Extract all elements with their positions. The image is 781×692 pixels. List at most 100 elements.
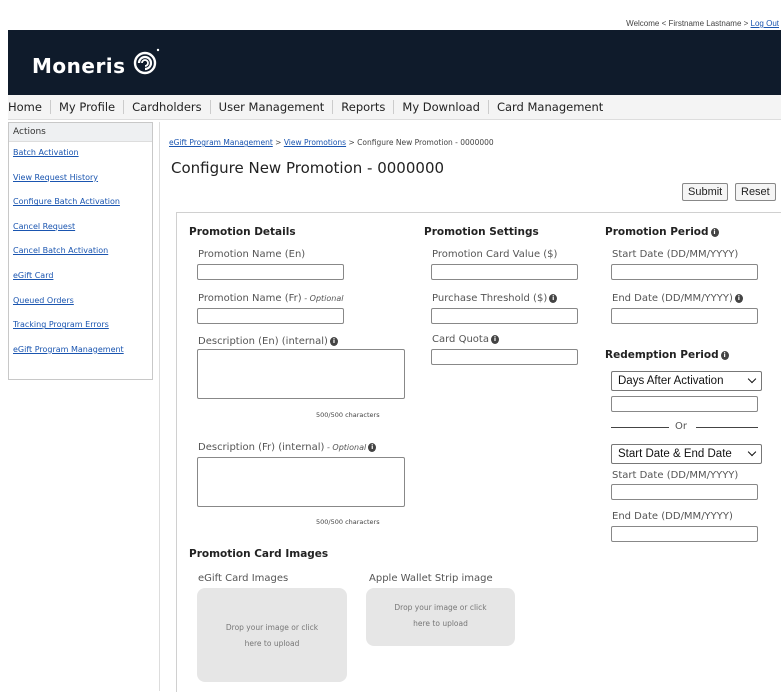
promotion-card-value-label: Promotion Card Value ($) bbox=[432, 249, 558, 260]
info-icon[interactable]: i bbox=[329, 336, 338, 346]
info-icon[interactable]: i bbox=[368, 442, 377, 452]
promotion-end-date-text: End Date (DD/MM/YYYY) bbox=[612, 293, 733, 304]
nav-my-profile[interactable]: My Profile bbox=[51, 100, 125, 114]
sidebar-item-batch-activation[interactable]: Batch Activation bbox=[9, 141, 152, 166]
dropzone-text-line2: here to upload bbox=[244, 639, 300, 648]
nav-reports[interactable]: Reports bbox=[333, 100, 395, 114]
info-icon[interactable]: i bbox=[734, 293, 743, 303]
info-icon[interactable]: i bbox=[549, 293, 558, 303]
nav-home[interactable]: Home bbox=[8, 100, 51, 114]
nav-user-management[interactable]: User Management bbox=[211, 100, 334, 114]
info-icon[interactable]: i bbox=[710, 227, 719, 237]
card-quota-text: Card Quota bbox=[432, 334, 489, 345]
promotion-card-value-input[interactable] bbox=[431, 264, 578, 280]
description-fr-text: Description (Fr) (internal) bbox=[198, 442, 325, 453]
redemption-end-date-input[interactable] bbox=[611, 526, 758, 542]
description-en-counter: 500/500 characters bbox=[316, 411, 380, 419]
sidebar-item-cancel-request[interactable]: Cancel Request bbox=[9, 215, 152, 240]
sidebar-title: Actions bbox=[9, 123, 152, 142]
optional-tag: - Optional bbox=[301, 294, 344, 303]
promotion-end-date-input[interactable] bbox=[611, 308, 758, 324]
dropzone-text-line1: Drop your image or click bbox=[225, 623, 319, 632]
sidebar-item-cancel-batch-activation[interactable]: Cancel Batch Activation bbox=[9, 239, 152, 264]
sidebar-item-view-request-history[interactable]: View Request History bbox=[9, 166, 152, 191]
breadcrumb-separator: > bbox=[272, 138, 284, 147]
promotion-card-images-title: Promotion Card Images bbox=[189, 548, 329, 560]
sidebar-item-egift-card[interactable]: eGift Card bbox=[9, 264, 152, 289]
redemption-period-text: Redemption Period bbox=[605, 349, 719, 361]
dropzone-text-line1: Drop your image or click bbox=[394, 603, 487, 612]
or-divider-right bbox=[696, 427, 758, 428]
breadcrumb: eGift Program Management > View Promotio… bbox=[169, 138, 494, 147]
promotion-name-en-input[interactable] bbox=[197, 264, 344, 280]
brand-name: Moneris bbox=[32, 54, 126, 78]
moneris-swirl-icon bbox=[133, 48, 159, 75]
submit-button[interactable]: Submit bbox=[682, 183, 729, 201]
promotion-end-date-label: End Date (DD/MM/YYYY) i bbox=[612, 293, 743, 304]
actions-sidebar: Actions Batch Activation View Request Hi… bbox=[8, 122, 153, 380]
sidebar-item-queued-orders[interactable]: Queued Orders bbox=[9, 289, 152, 314]
moneris-logo: Moneris bbox=[32, 48, 162, 78]
purchase-threshold-input[interactable] bbox=[431, 308, 578, 324]
main-nav: Home My Profile Cardholders User Managem… bbox=[8, 95, 781, 120]
or-divider-left bbox=[611, 427, 669, 428]
card-quota-label: Card Quota i bbox=[432, 334, 499, 345]
reset-button[interactable]: Reset bbox=[735, 183, 776, 201]
redemption-period-title: Redemption Period i bbox=[605, 349, 729, 361]
chevron-down-icon bbox=[747, 447, 757, 457]
breadcrumb-egift-program-management[interactable]: eGift Program Management bbox=[169, 138, 273, 147]
purchase-threshold-text: Purchase Threshold ($) bbox=[432, 293, 548, 304]
description-en-label: Description (En) (internal) i bbox=[198, 336, 338, 347]
description-en-textarea[interactable] bbox=[197, 349, 405, 399]
promotion-settings-title: Promotion Settings bbox=[424, 226, 539, 238]
nav-cardholders[interactable]: Cardholders bbox=[124, 100, 211, 114]
optional-tag: - Optional bbox=[324, 443, 367, 452]
breadcrumb-view-promotions[interactable]: View Promotions bbox=[284, 138, 346, 147]
promotion-period-text: Promotion Period bbox=[605, 226, 709, 238]
welcome-message: Welcome < Firstname Lastname > Log Out bbox=[626, 19, 779, 28]
page-title: Configure New Promotion - 0000000 bbox=[171, 159, 445, 177]
purchase-threshold-label: Purchase Threshold ($) i bbox=[432, 293, 558, 304]
redemption-start-date-input[interactable] bbox=[611, 484, 758, 500]
dropzone-text-line2: here to upload bbox=[413, 619, 468, 628]
redemption-type-select[interactable]: Days After Activation bbox=[611, 371, 762, 391]
promotion-start-date-input[interactable] bbox=[611, 264, 758, 280]
description-fr-counter: 500/500 characters bbox=[316, 518, 380, 526]
redemption-end-date-label: End Date (DD/MM/YYYY) bbox=[612, 511, 733, 522]
breadcrumb-separator: > bbox=[346, 138, 358, 147]
promotion-name-fr-input[interactable] bbox=[197, 308, 344, 324]
welcome-text: Welcome < Firstname Lastname > bbox=[626, 19, 751, 28]
promotion-name-fr-label: Promotion Name (Fr) - Optional bbox=[198, 293, 343, 304]
days-after-activation-input[interactable] bbox=[611, 396, 758, 412]
card-quota-input[interactable] bbox=[431, 349, 578, 365]
nav-card-management[interactable]: Card Management bbox=[489, 100, 611, 114]
egift-card-images-label: eGift Card Images bbox=[198, 573, 289, 584]
description-en-text: Description (En) (internal) bbox=[198, 336, 328, 347]
promotion-details-title: Promotion Details bbox=[189, 226, 296, 238]
redemption-type-value: Days After Activation bbox=[618, 375, 724, 387]
sidebar-item-configure-batch-activation[interactable]: Configure Batch Activation bbox=[9, 190, 152, 215]
sidebar-item-egift-program-management[interactable]: eGift Program Management bbox=[9, 338, 152, 363]
promotion-start-date-label: Start Date (DD/MM/YYYY) bbox=[612, 249, 739, 260]
info-icon[interactable]: i bbox=[720, 350, 729, 360]
header-banner: Moneris bbox=[8, 30, 781, 95]
redemption-date-range-select[interactable]: Start Date & End Date bbox=[611, 444, 762, 464]
description-fr-textarea[interactable] bbox=[197, 457, 405, 507]
description-fr-label: Description (Fr) (internal) - Optional i bbox=[198, 442, 377, 453]
promotion-name-en-label: Promotion Name (En) bbox=[198, 249, 306, 260]
sidebar-item-tracking-program-errors[interactable]: Tracking Program Errors bbox=[9, 313, 152, 338]
apple-wallet-strip-label: Apple Wallet Strip image bbox=[369, 573, 493, 584]
apple-wallet-strip-dropzone[interactable]: Drop your image or click here to upload bbox=[366, 588, 515, 646]
chevron-down-icon bbox=[747, 374, 757, 384]
nav-my-download[interactable]: My Download bbox=[394, 100, 489, 114]
egift-card-image-dropzone[interactable]: Drop your image or click here to upload bbox=[197, 588, 347, 682]
promotion-name-fr-text: Promotion Name (Fr) bbox=[198, 293, 302, 304]
top-bar: Welcome < Firstname Lastname > Log Out bbox=[0, 0, 781, 30]
info-icon[interactable]: i bbox=[490, 334, 499, 344]
redemption-start-date-label: Start Date (DD/MM/YYYY) bbox=[612, 470, 739, 481]
logout-link[interactable]: Log Out bbox=[751, 19, 779, 28]
redemption-date-range-value: Start Date & End Date bbox=[618, 448, 732, 460]
or-label: Or bbox=[675, 421, 687, 432]
promotion-form-card: Promotion Details Promotion Name (En) Pr… bbox=[176, 212, 781, 692]
promotion-period-title: Promotion Period i bbox=[605, 226, 719, 238]
